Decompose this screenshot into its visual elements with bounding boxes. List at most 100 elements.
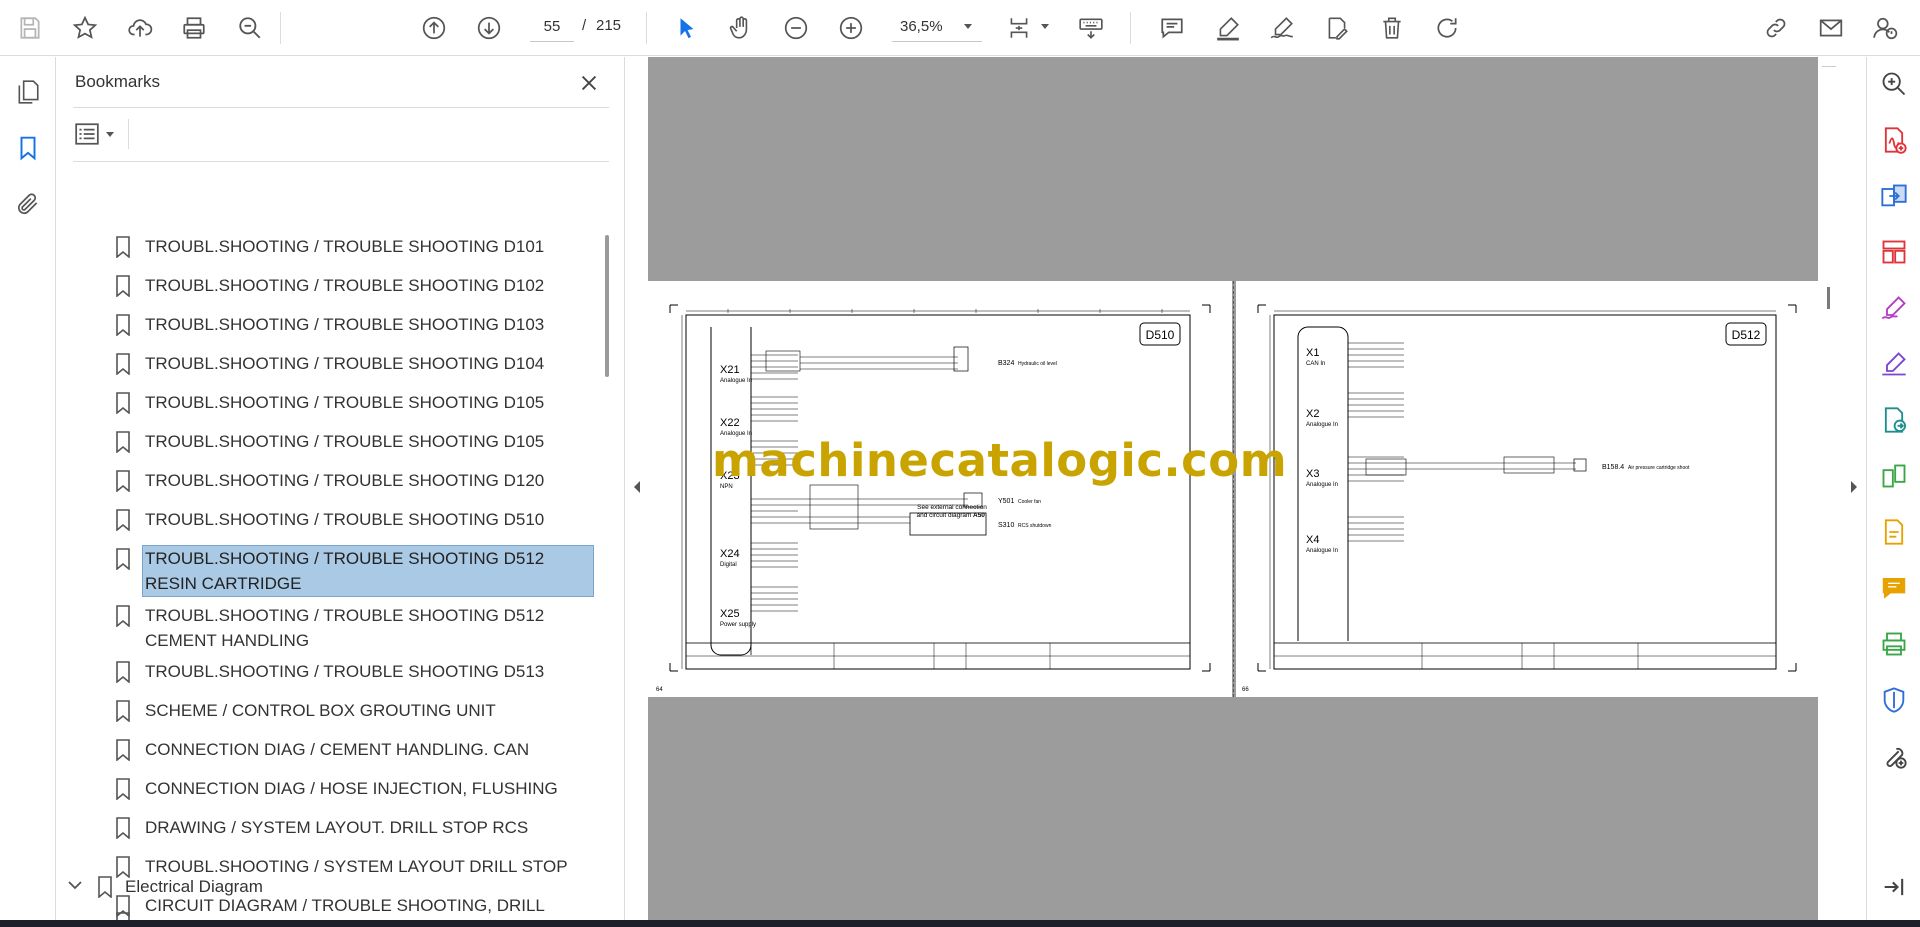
bookmark-label: TROUBL.SHOOTING / TROUBLE SHOOTING D104: [145, 354, 545, 373]
page-number-label: 66: [1242, 687, 1249, 693]
bookmark-options-button[interactable]: [74, 119, 120, 149]
edit-file-icon[interactable]: [1876, 514, 1912, 550]
collapse-right-panel-icon[interactable]: [1848, 477, 1860, 497]
select-cursor-icon[interactable]: [668, 9, 706, 47]
close-icon[interactable]: [575, 69, 603, 97]
page-total: 215: [596, 17, 622, 34]
page-up-icon[interactable]: [415, 9, 453, 47]
page-fit-dropdown-icon[interactable]: [1041, 24, 1049, 29]
watermark-text: machinecatalogic.com: [712, 434, 1288, 487]
hand-icon[interactable]: [722, 9, 760, 47]
page-number-label: 64: [656, 687, 663, 693]
star-icon[interactable]: [66, 9, 104, 47]
chevron-down-icon: [106, 131, 114, 137]
schematic-d512: D512 X1 CAN In X2 Analogue In X3 Analogu…: [1242, 304, 1797, 693]
bookmark-icon: [116, 353, 130, 375]
pdf-page-left[interactable]: D510 X21 Analogue In X22 Analogue In X23…: [648, 281, 1232, 697]
fill-sign-icon[interactable]: [1876, 290, 1912, 326]
document-scrollbar-thumb[interactable]: [1827, 287, 1830, 309]
component-desc: RCS shutdown: [1018, 523, 1052, 529]
page-separator: /: [582, 17, 587, 34]
keyboard-icon[interactable]: [1072, 9, 1110, 47]
bookmark-label: TROUBL.SHOOTING / TROUBLE SHOOTING D101: [145, 237, 545, 256]
print-icon[interactable]: [175, 9, 213, 47]
attachments-icon[interactable]: [9, 185, 47, 223]
component-id: S310: [998, 522, 1014, 529]
request-signature-icon[interactable]: [1876, 346, 1912, 382]
protect-icon[interactable]: [1876, 682, 1912, 718]
connector-id: X22: [720, 417, 740, 429]
zoom-out-icon[interactable]: [777, 9, 815, 47]
delete-icon[interactable]: [1373, 9, 1411, 47]
bookmark-label: DRAWING / SYSTEM LAYOUT. DRILL STOP RCS: [145, 818, 529, 837]
comment-tool-icon[interactable]: [1876, 570, 1912, 606]
compare-files-icon[interactable]: [1876, 458, 1912, 494]
panel-title: Bookmarks: [75, 72, 161, 91]
page-down-icon[interactable]: [470, 9, 508, 47]
note-text: See external connection: [917, 504, 987, 511]
highlight-icon[interactable]: [1209, 9, 1247, 47]
component-id: B324: [998, 360, 1014, 367]
bookmark-icon: [116, 548, 130, 570]
page-number-input[interactable]: [530, 12, 574, 42]
component-desc: Cooler fan: [1018, 499, 1041, 505]
bookmark-icon: [116, 778, 130, 800]
edit-pdf-icon[interactable]: [1318, 9, 1356, 47]
bookmark-icon: [116, 605, 130, 627]
connector-id: X1: [1306, 347, 1319, 359]
more-tools-icon[interactable]: [1876, 738, 1912, 774]
bookmarks-icon[interactable]: [9, 129, 47, 167]
organize-pages-icon[interactable]: [1876, 234, 1912, 270]
sign-icon[interactable]: [1263, 9, 1301, 47]
email-icon[interactable]: [1812, 9, 1850, 47]
component-id: Y501: [998, 498, 1014, 505]
bookmark-list: TROUBL.SHOOTING / TROUBLE SHOOTING D101 …: [57, 167, 597, 920]
note-ref: A50: [973, 512, 985, 519]
component-desc: Air pressure cartridge shoot: [1628, 465, 1690, 471]
link-icon[interactable]: [1757, 9, 1795, 47]
zoom-in-icon[interactable]: [832, 9, 870, 47]
tools-rail: [1866, 57, 1920, 920]
export-pdf-icon[interactable]: [1876, 402, 1912, 438]
combine-files-icon[interactable]: [1876, 178, 1912, 214]
page-thumbnails-icon[interactable]: [9, 73, 47, 111]
rotate-icon[interactable]: [1428, 9, 1466, 47]
zoom-search-icon[interactable]: [1876, 66, 1912, 102]
bookmark-label: TROUBL.SHOOTING / TROUBLE SHOOTING D105: [145, 393, 545, 412]
bookmark-icon: [116, 817, 130, 839]
connector-id: X21: [720, 364, 740, 376]
bookmark-label: TROUBL.SHOOTING / TROUBLE SHOOTING D512 …: [145, 606, 545, 650]
pdf-page-right[interactable]: D512 X1 CAN In X2 Analogue In X3 Analogu…: [1236, 281, 1818, 697]
connector-desc: Analogue In: [1306, 548, 1338, 554]
print-production-icon[interactable]: [1876, 626, 1912, 662]
search-zoom-icon[interactable]: [231, 9, 269, 47]
bookmark-icon: [116, 739, 130, 761]
page-divider: [1233, 281, 1234, 697]
navigation-rail: [0, 57, 56, 920]
bookmark-label: TROUBL.SHOOTING / TROUBLE SHOOTING D103: [145, 315, 545, 334]
bookmark-label: TROUBL.SHOOTING / TROUBLE SHOOTING D120: [145, 471, 545, 490]
expand-panel-icon[interactable]: [1876, 869, 1912, 905]
page-fit-icon[interactable]: [1000, 9, 1038, 47]
create-pdf-icon[interactable]: [1876, 122, 1912, 158]
document-view[interactable]: D510 X21 Analogue In X22 Analogue In X23…: [626, 57, 1866, 920]
connector-desc: Analogue In: [1306, 482, 1338, 488]
bookmark-scrollbar-thumb[interactable]: [605, 235, 609, 377]
note-text: and circuit diagram: [917, 512, 972, 519]
bookmark-partial-row: [57, 908, 597, 920]
collapse-left-panel-icon[interactable]: [631, 477, 643, 497]
component-id: B158.4: [1602, 464, 1624, 471]
comment-icon[interactable]: [1153, 9, 1191, 47]
zoom-dropdown-icon[interactable]: [964, 24, 972, 29]
account-icon[interactable]: [1866, 9, 1904, 47]
taskbar-edge: [0, 920, 1920, 927]
toolbar-separator: [280, 12, 281, 44]
schematic-d510: D510 X21 Analogue In X22 Analogue In X23…: [656, 304, 1211, 693]
toolbar-separator: [646, 12, 647, 44]
bookmark-icon: [98, 876, 112, 898]
upload-cloud-icon[interactable]: [121, 9, 159, 47]
document-scrollbar-top[interactable]: [1822, 57, 1836, 67]
bookmark-parent-row[interactable]: Electrical Diagram: [57, 874, 597, 904]
chevron-down-icon[interactable]: [68, 881, 82, 891]
save-icon[interactable]: [11, 9, 49, 47]
